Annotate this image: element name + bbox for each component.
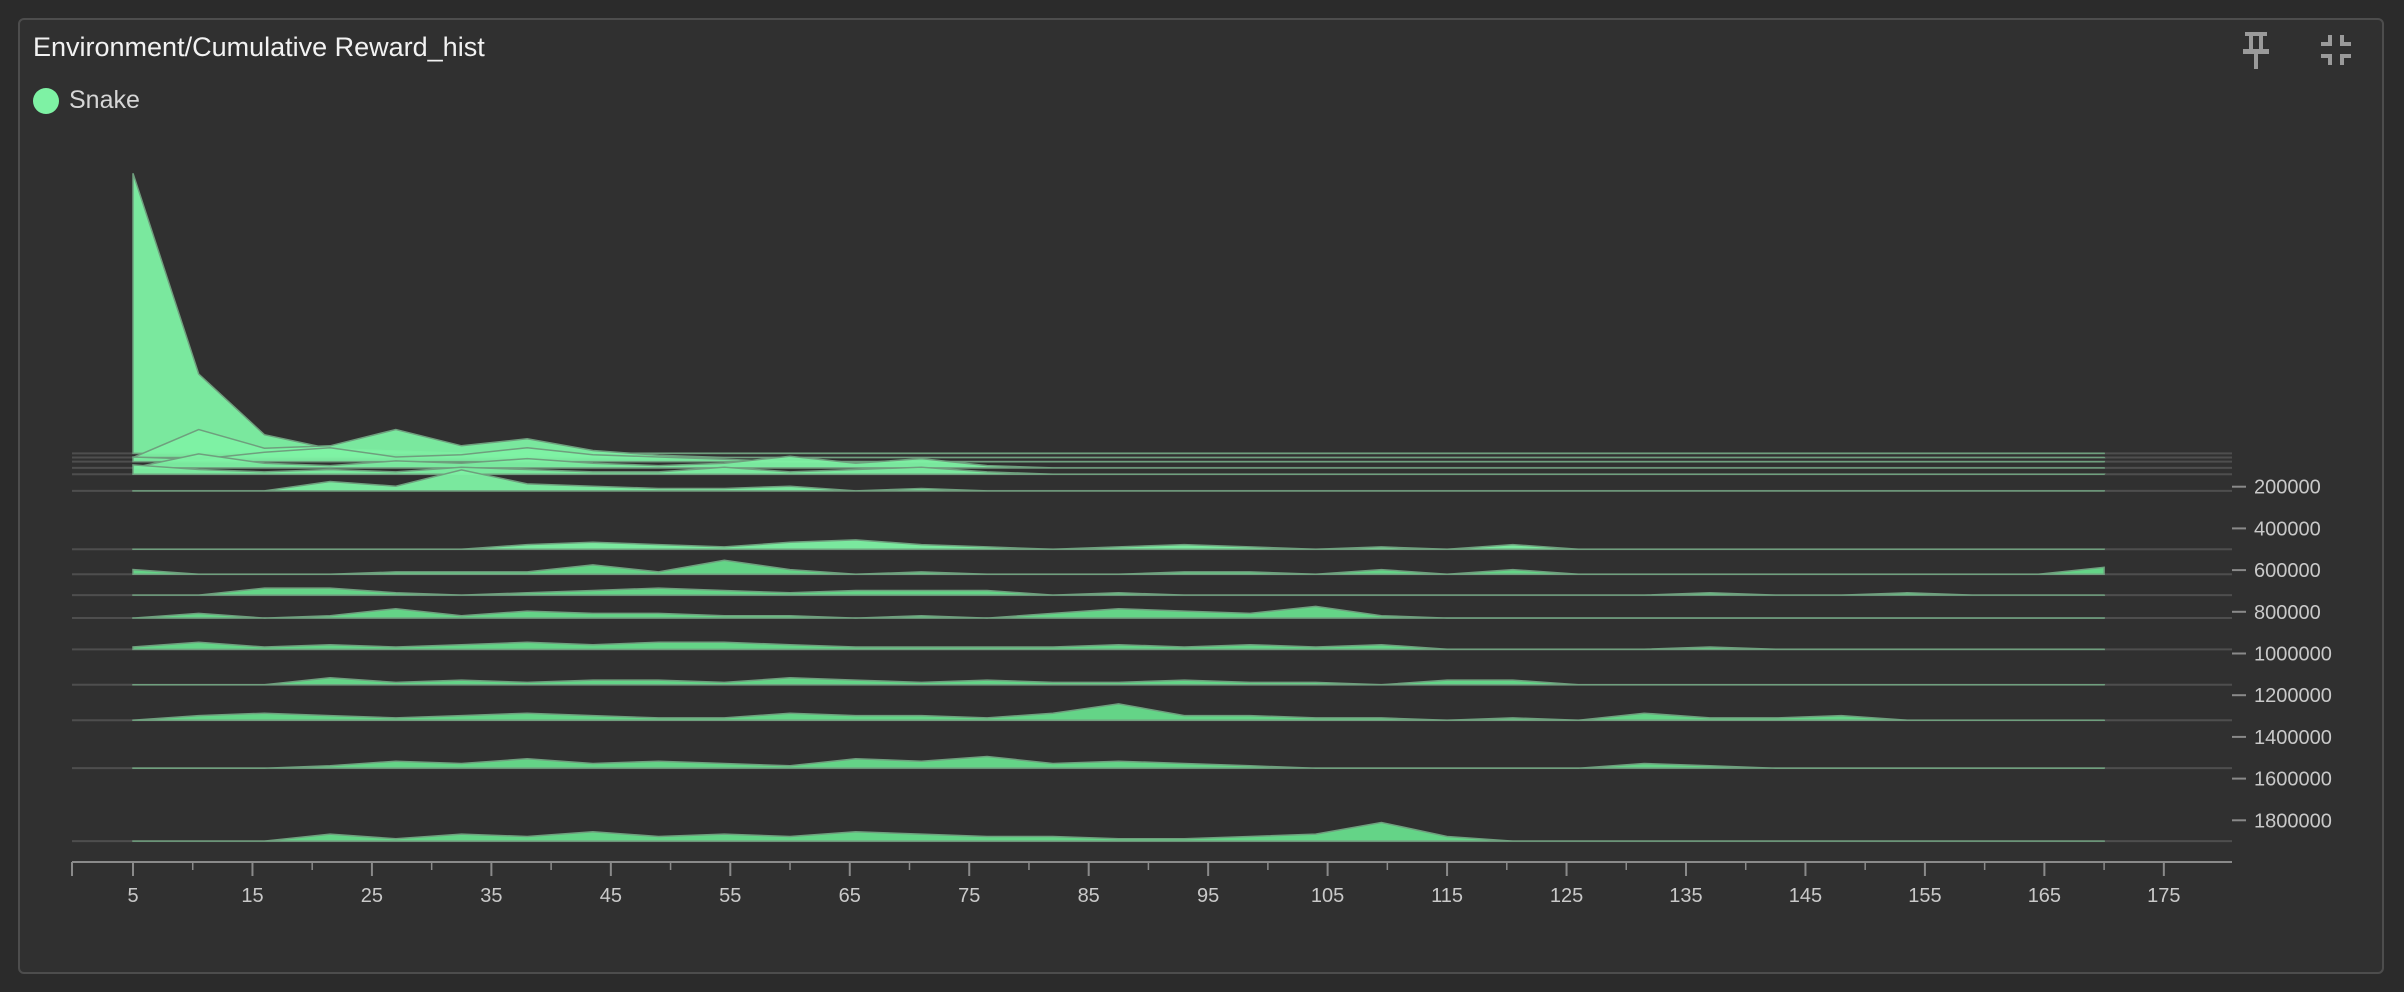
x-tick-label: 155: [1908, 885, 1941, 907]
histogram-ridge: [132, 641, 2106, 651]
step-tick-label: 800000: [2254, 602, 2321, 624]
histogram-ridge: [132, 539, 2106, 551]
x-tick-label: 95: [1197, 885, 1219, 907]
legend-swatch: [33, 87, 59, 114]
x-tick-label: 45: [600, 885, 622, 907]
x-tick-label: 135: [1669, 885, 1702, 907]
ridgeline-histogram: 5 15 25 35 45 55 65 75 85 95 105 115 125 135 145 155 165…: [71, 173, 2332, 907]
x-tick-label: 85: [1078, 885, 1100, 907]
step-tick-label: 1600000: [2254, 769, 2332, 791]
x-tick-label: 25: [361, 885, 383, 907]
histogram-ridge: [132, 821, 2106, 842]
panel-title: Environment/Cumulative Reward_hist: [33, 32, 485, 62]
legend-label-snake: Snake: [69, 86, 140, 114]
x-tick-label: 35: [480, 885, 502, 907]
histogram-ridge: [132, 703, 2106, 721]
histogram-ridge: [132, 587, 2106, 596]
histogram-ridge: [132, 173, 2106, 455]
collapse-button[interactable]: [2310, 24, 2362, 76]
x-tick-label: 125: [1550, 885, 1583, 907]
collapse-icon: [2321, 35, 2351, 65]
step-tick-label: 1000000: [2254, 644, 2332, 666]
x-tick-label: 55: [719, 885, 741, 907]
histogram-ridge: [132, 559, 2105, 576]
legend[interactable]: Snake: [33, 86, 140, 115]
x-tick-label: 165: [2028, 885, 2061, 907]
x-tick-label: 5: [127, 885, 138, 907]
x-tick-label: 15: [241, 885, 263, 907]
x-tick-label: 175: [2147, 885, 2180, 907]
x-tick-label: 75: [958, 885, 980, 907]
step-tick-label: 400000: [2254, 518, 2321, 540]
step-tick-label: 1400000: [2254, 727, 2332, 749]
step-tick-label: 600000: [2254, 560, 2321, 582]
histogram-ridge: [132, 755, 2106, 769]
pin-icon: [2243, 32, 2269, 69]
x-tick-label: 105: [1311, 885, 1344, 907]
histogram-ridge: [132, 605, 2106, 619]
step-tick-label: 1200000: [2254, 685, 2332, 707]
step-tick-label: 200000: [2254, 477, 2321, 499]
x-tick-label: 145: [1789, 885, 1822, 907]
step-tick-label: 1800000: [2254, 810, 2332, 832]
x-tick-label: 65: [839, 885, 861, 907]
pin-button[interactable]: [2230, 24, 2282, 76]
x-tick-label: 115: [1431, 885, 1463, 907]
histogram-ridge: [132, 677, 2106, 686]
